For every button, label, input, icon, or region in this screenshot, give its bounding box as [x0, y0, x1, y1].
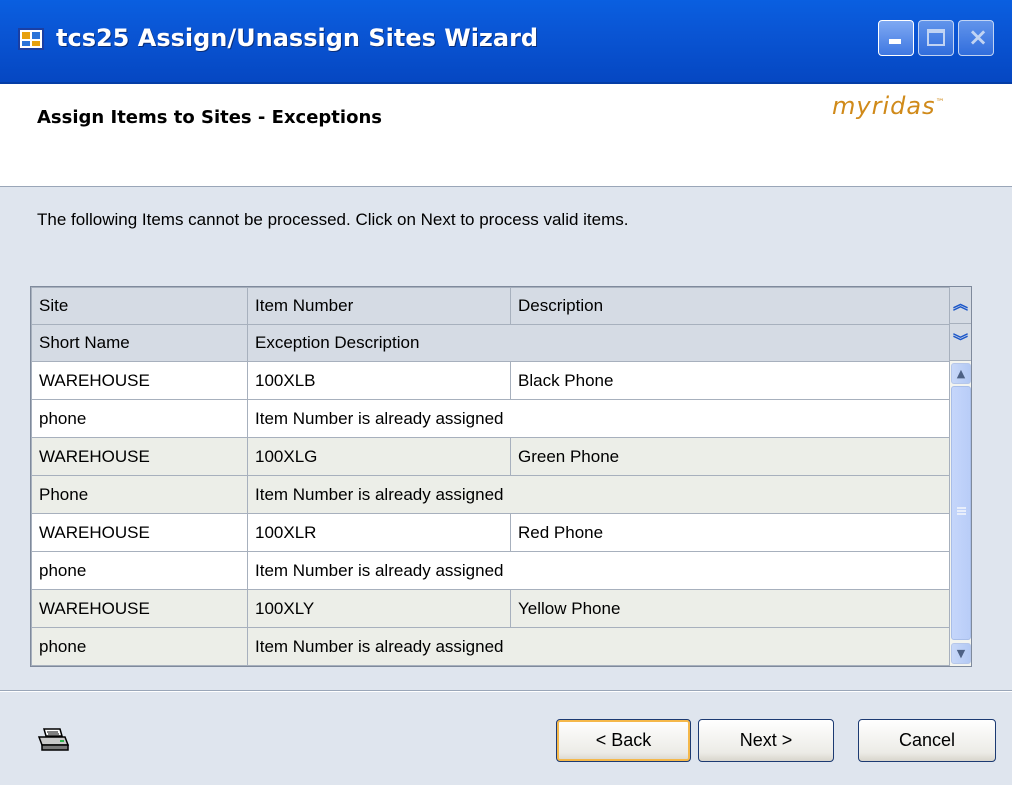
cell-site: WAREHOUSE [31, 361, 248, 400]
cell-site: WAREHOUSE [31, 589, 248, 628]
cell-site: WAREHOUSE [31, 437, 248, 476]
title-bar[interactable]: tcs25 Assign/Unassign Sites Wizard × [0, 0, 1012, 84]
close-button[interactable]: × [958, 20, 994, 56]
column-header-short-name[interactable]: Short Name [31, 324, 248, 362]
column-header-exception-description[interactable]: Exception Description [247, 324, 950, 362]
cell-item-number: 100XLY [247, 589, 511, 628]
minimize-button[interactable] [878, 20, 914, 56]
next-button[interactable]: Next > [698, 719, 834, 762]
instruction-text: The following Items cannot be processed.… [37, 210, 629, 229]
column-header-site[interactable]: Site [31, 287, 248, 325]
header-row-1: Site Item Number Description [31, 287, 950, 325]
window-title: tcs25 Assign/Unassign Sites Wizard [56, 24, 539, 52]
double-chevron-up-icon: ︽ [952, 295, 968, 313]
printer-icon[interactable] [36, 727, 70, 753]
scroll-down-button[interactable]: ▼ [951, 643, 971, 664]
scroll-up-button[interactable]: ▲ [951, 363, 971, 384]
table-row-detail[interactable]: phone Item Number is already assigned [31, 551, 950, 590]
cell-description: Black Phone [510, 361, 950, 400]
collapse-rows-button[interactable]: ︽ [949, 287, 971, 324]
cell-short-name: phone [31, 627, 248, 666]
column-header-item-number[interactable]: Item Number [247, 287, 511, 325]
double-chevron-down-icon: ︾ [952, 332, 968, 350]
maximize-icon [927, 29, 945, 46]
grip-icon [957, 507, 966, 515]
cell-description: Red Phone [510, 513, 950, 552]
chevron-down-icon: ▼ [956, 647, 966, 660]
table-row[interactable]: WAREHOUSE 100XLY Yellow Phone [31, 589, 950, 628]
cell-short-name: phone [31, 551, 248, 590]
cell-exception: Item Number is already assigned [247, 627, 950, 666]
cell-exception: Item Number is already assigned [247, 551, 950, 590]
back-button[interactable]: < Back [556, 719, 691, 762]
close-icon: × [968, 23, 989, 51]
column-header-description[interactable]: Description [510, 287, 950, 325]
cell-item-number: 100XLB [247, 361, 511, 400]
cell-exception: Item Number is already assigned [247, 399, 950, 438]
table-row[interactable]: WAREHOUSE 100XLB Black Phone [31, 361, 950, 400]
scrollbar-thumb[interactable] [951, 386, 971, 640]
table-row-detail[interactable]: phone Item Number is already assigned [31, 399, 950, 438]
exceptions-table: Site Item Number Description Short Name … [31, 287, 950, 666]
cell-exception: Item Number is already assigned [247, 475, 950, 514]
cell-description: Yellow Phone [510, 589, 950, 628]
cell-short-name: Phone [31, 475, 248, 514]
cell-item-number: 100XLG [247, 437, 511, 476]
vertical-scrollbar[interactable]: ▲ ▼ [949, 361, 971, 666]
minimize-icon [889, 39, 901, 44]
cell-short-name: phone [31, 399, 248, 438]
cell-site: WAREHOUSE [31, 513, 248, 552]
wizard-window: tcs25 Assign/Unassign Sites Wizard × Ass… [0, 0, 1012, 785]
cell-item-number: 100XLR [247, 513, 511, 552]
exceptions-grid: Site Item Number Description Short Name … [30, 286, 972, 667]
chevron-up-icon: ▲ [956, 367, 966, 380]
table-row[interactable]: WAREHOUSE 100XLG Green Phone [31, 437, 950, 476]
header-row-2: Short Name Exception Description [31, 324, 950, 362]
expand-rows-button[interactable]: ︾ [949, 324, 971, 361]
table-row-detail[interactable]: phone Item Number is already assigned [31, 627, 950, 666]
page-title: Assign Items to Sites - Exceptions [37, 107, 382, 128]
myridas-logo: myridas™ [832, 92, 946, 120]
maximize-button[interactable] [918, 20, 954, 56]
table-row[interactable]: WAREHOUSE 100XLR Red Phone [31, 513, 950, 552]
wizard-header: Assign Items to Sites - Exceptions myrid… [0, 84, 1012, 187]
table-row-detail[interactable]: Phone Item Number is already assigned [31, 475, 950, 514]
cell-description: Green Phone [510, 437, 950, 476]
cancel-button[interactable]: Cancel [858, 719, 996, 762]
window-app-icon [18, 28, 44, 50]
